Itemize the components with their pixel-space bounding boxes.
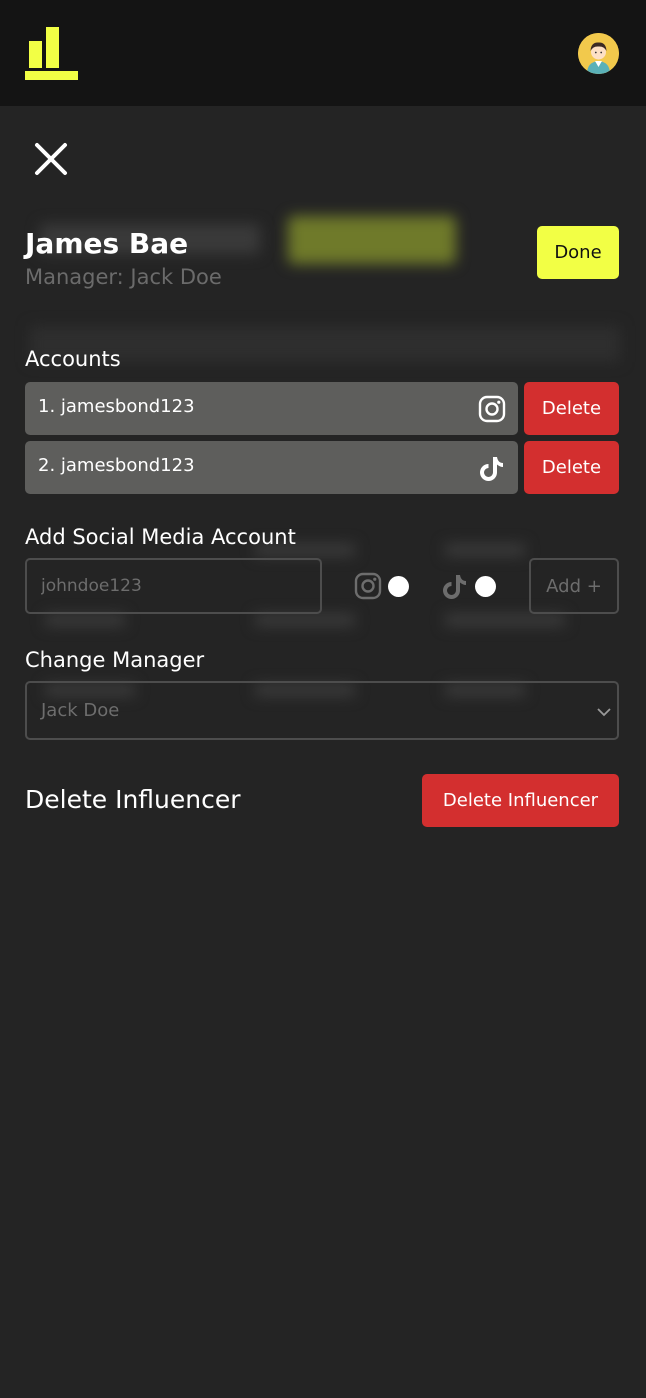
add-account-label: Add Social Media Account bbox=[25, 525, 296, 549]
chevron-down-icon bbox=[597, 708, 611, 717]
account-handle: 1. jamesbond123 bbox=[38, 396, 195, 417]
instagram-radio[interactable] bbox=[388, 576, 409, 597]
tiktok-option[interactable] bbox=[441, 572, 497, 602]
accounts-label: Accounts bbox=[25, 347, 121, 371]
handle-input[interactable] bbox=[25, 558, 322, 614]
delete-influencer-title: Delete Influencer bbox=[25, 785, 241, 814]
tiktok-icon bbox=[443, 575, 466, 599]
account-handle: 2. jamesbond123 bbox=[38, 455, 195, 476]
close-icon[interactable] bbox=[31, 139, 71, 179]
account-row: 2. jamesbond123 bbox=[25, 441, 518, 494]
instagram-icon bbox=[354, 572, 382, 600]
top-bar bbox=[0, 0, 646, 106]
instagram-icon bbox=[478, 395, 506, 423]
done-button[interactable]: Done bbox=[537, 226, 619, 279]
tiktok-radio[interactable] bbox=[475, 576, 496, 597]
change-manager-label: Change Manager bbox=[25, 648, 205, 672]
user-avatar-icon[interactable] bbox=[578, 33, 619, 74]
delete-account-button[interactable]: Delete bbox=[524, 441, 619, 494]
bar-chart-logo-icon[interactable] bbox=[25, 27, 79, 81]
account-row: 1. jamesbond123 bbox=[25, 382, 518, 435]
manager-select-value: Jack Doe bbox=[41, 700, 120, 721]
manager-select[interactable]: Jack Doe bbox=[25, 681, 619, 740]
blurred-background bbox=[0, 106, 646, 1398]
manager-subtitle: Manager: Jack Doe bbox=[25, 265, 222, 289]
influencer-name: James Bae bbox=[25, 227, 189, 260]
instagram-option[interactable] bbox=[354, 572, 410, 602]
tiktok-icon bbox=[480, 457, 503, 481]
delete-influencer-button[interactable]: Delete Influencer bbox=[422, 774, 619, 827]
add-account-button[interactable]: Add + bbox=[529, 558, 619, 614]
delete-account-button[interactable]: Delete bbox=[524, 382, 619, 435]
